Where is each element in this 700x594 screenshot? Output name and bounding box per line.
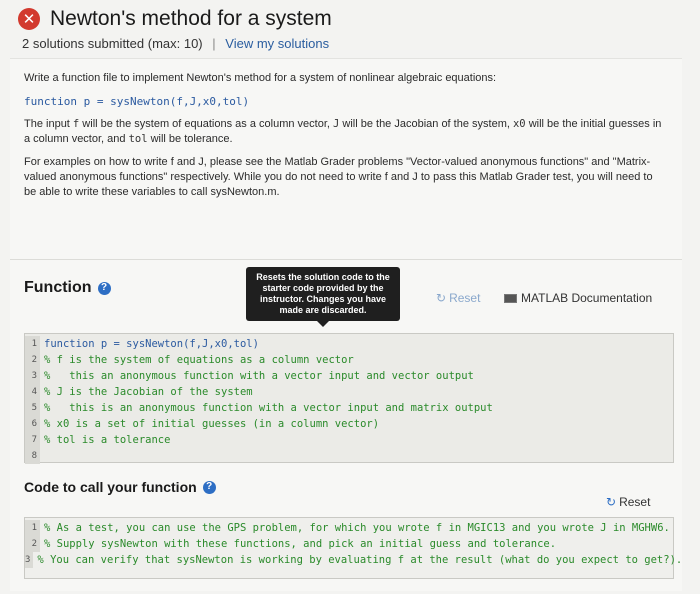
call-code-editor[interactable]: 1 % As a test, you can use the GPS proble…: [24, 517, 682, 579]
page-title: Newton's method for a system: [50, 7, 332, 30]
code-text: % f is the system of equations as a colu…: [44, 354, 354, 366]
description-intro: Write a function file to implement Newto…: [24, 72, 497, 84]
line-number: 8: [25, 448, 40, 464]
code-line[interactable]: 2 % Supply sysNewton with these functions…: [25, 536, 673, 552]
function-reset-button[interactable]: ↻ Reset: [436, 291, 480, 305]
line-number: 2: [25, 536, 40, 552]
code-text: % You can verify that sysNewton is worki…: [37, 554, 683, 566]
function-signature: function p = sysNewton(f,J,x0,tol): [24, 95, 250, 108]
code-line[interactable]: 3% You can verify that sysNewton is work…: [25, 552, 682, 568]
code-text: % x0 is a set of initial guesses (in a c…: [44, 418, 380, 430]
code-text: % Supply sysNewton with these functions,…: [44, 538, 557, 550]
code-line[interactable]: 1 function p = sysNewton(f,J,x0,tol): [25, 336, 673, 352]
matlab-documentation-button[interactable]: MATLAB Documentation: [504, 291, 652, 305]
title-row: ✕ Newton's method for a system: [18, 4, 678, 34]
submission-status: 2 solutions submitted (max: 10) | View m…: [22, 36, 678, 51]
line-number: 1: [25, 520, 40, 536]
code-line[interactable]: 5 % this is an anonymous function with a …: [25, 400, 673, 416]
section-divider: [10, 259, 682, 260]
reset-icon: ↻: [606, 495, 617, 509]
separator: |: [212, 36, 216, 51]
function-code-editor[interactable]: 1 function p = sysNewton(f,J,x0,tol) 2 % f …: [24, 333, 674, 464]
reset-tooltip: Resets the solution code to the starter …: [246, 267, 400, 327]
call-reset-button[interactable]: ↻ Reset: [606, 495, 650, 509]
line-number: 5: [25, 400, 40, 416]
description-examples: For examples on how to write f and J, pl…: [24, 156, 653, 198]
book-icon: [504, 293, 517, 303]
question-circle-icon[interactable]: ?: [97, 281, 111, 295]
reset-icon: ↻: [436, 291, 447, 305]
code-text: % this is an anonymous function with a v…: [44, 402, 493, 414]
problem-description: Write a function file to implement Newto…: [24, 71, 664, 208]
description-inputs: The input f will be the system of equati…: [24, 118, 662, 145]
code-line[interactable]: 2 % f is the system of equations as a col…: [25, 352, 673, 368]
submission-count: 2 solutions submitted (max: 10): [22, 36, 203, 51]
line-number: 1: [25, 336, 40, 352]
code-text: function p = sysNewton(f,J,x0,tol): [44, 338, 259, 350]
line-number: 3: [25, 552, 34, 568]
code-line[interactable]: 4 % J is the Jacobian of the system: [25, 384, 673, 400]
line-number: 4: [25, 384, 40, 400]
problem-card: Write a function file to implement Newto…: [10, 58, 682, 591]
call-section-title: Code to call your function ?: [24, 479, 216, 495]
code-text: % J is the Jacobian of the system: [44, 386, 253, 398]
code-line[interactable]: 8: [25, 448, 673, 464]
function-section-title: Function ?: [24, 279, 111, 297]
line-number: 7: [25, 432, 40, 448]
code-line[interactable]: 7 % tol is a tolerance: [25, 432, 673, 448]
line-number: 3: [25, 368, 40, 384]
line-number: 6: [25, 416, 40, 432]
code-text: % this an anonymous function with a vect…: [44, 370, 474, 382]
problem-header: ✕ Newton's method for a system 2 solutio…: [18, 4, 678, 51]
code-text: % As a test, you can use the GPS problem…: [44, 522, 670, 534]
view-solutions-link[interactable]: View my solutions: [225, 36, 329, 51]
error-x-icon: ✕: [18, 8, 40, 30]
line-number: 2: [25, 352, 40, 368]
code-line[interactable]: 1 % As a test, you can use the GPS proble…: [25, 520, 673, 536]
question-circle-icon[interactable]: ?: [202, 480, 216, 494]
code-line[interactable]: 3 % this an anonymous function with a vec…: [25, 368, 673, 384]
code-line[interactable]: 6 % x0 is a set of initial guesses (in a …: [25, 416, 673, 432]
code-text: % tol is a tolerance: [44, 434, 171, 446]
